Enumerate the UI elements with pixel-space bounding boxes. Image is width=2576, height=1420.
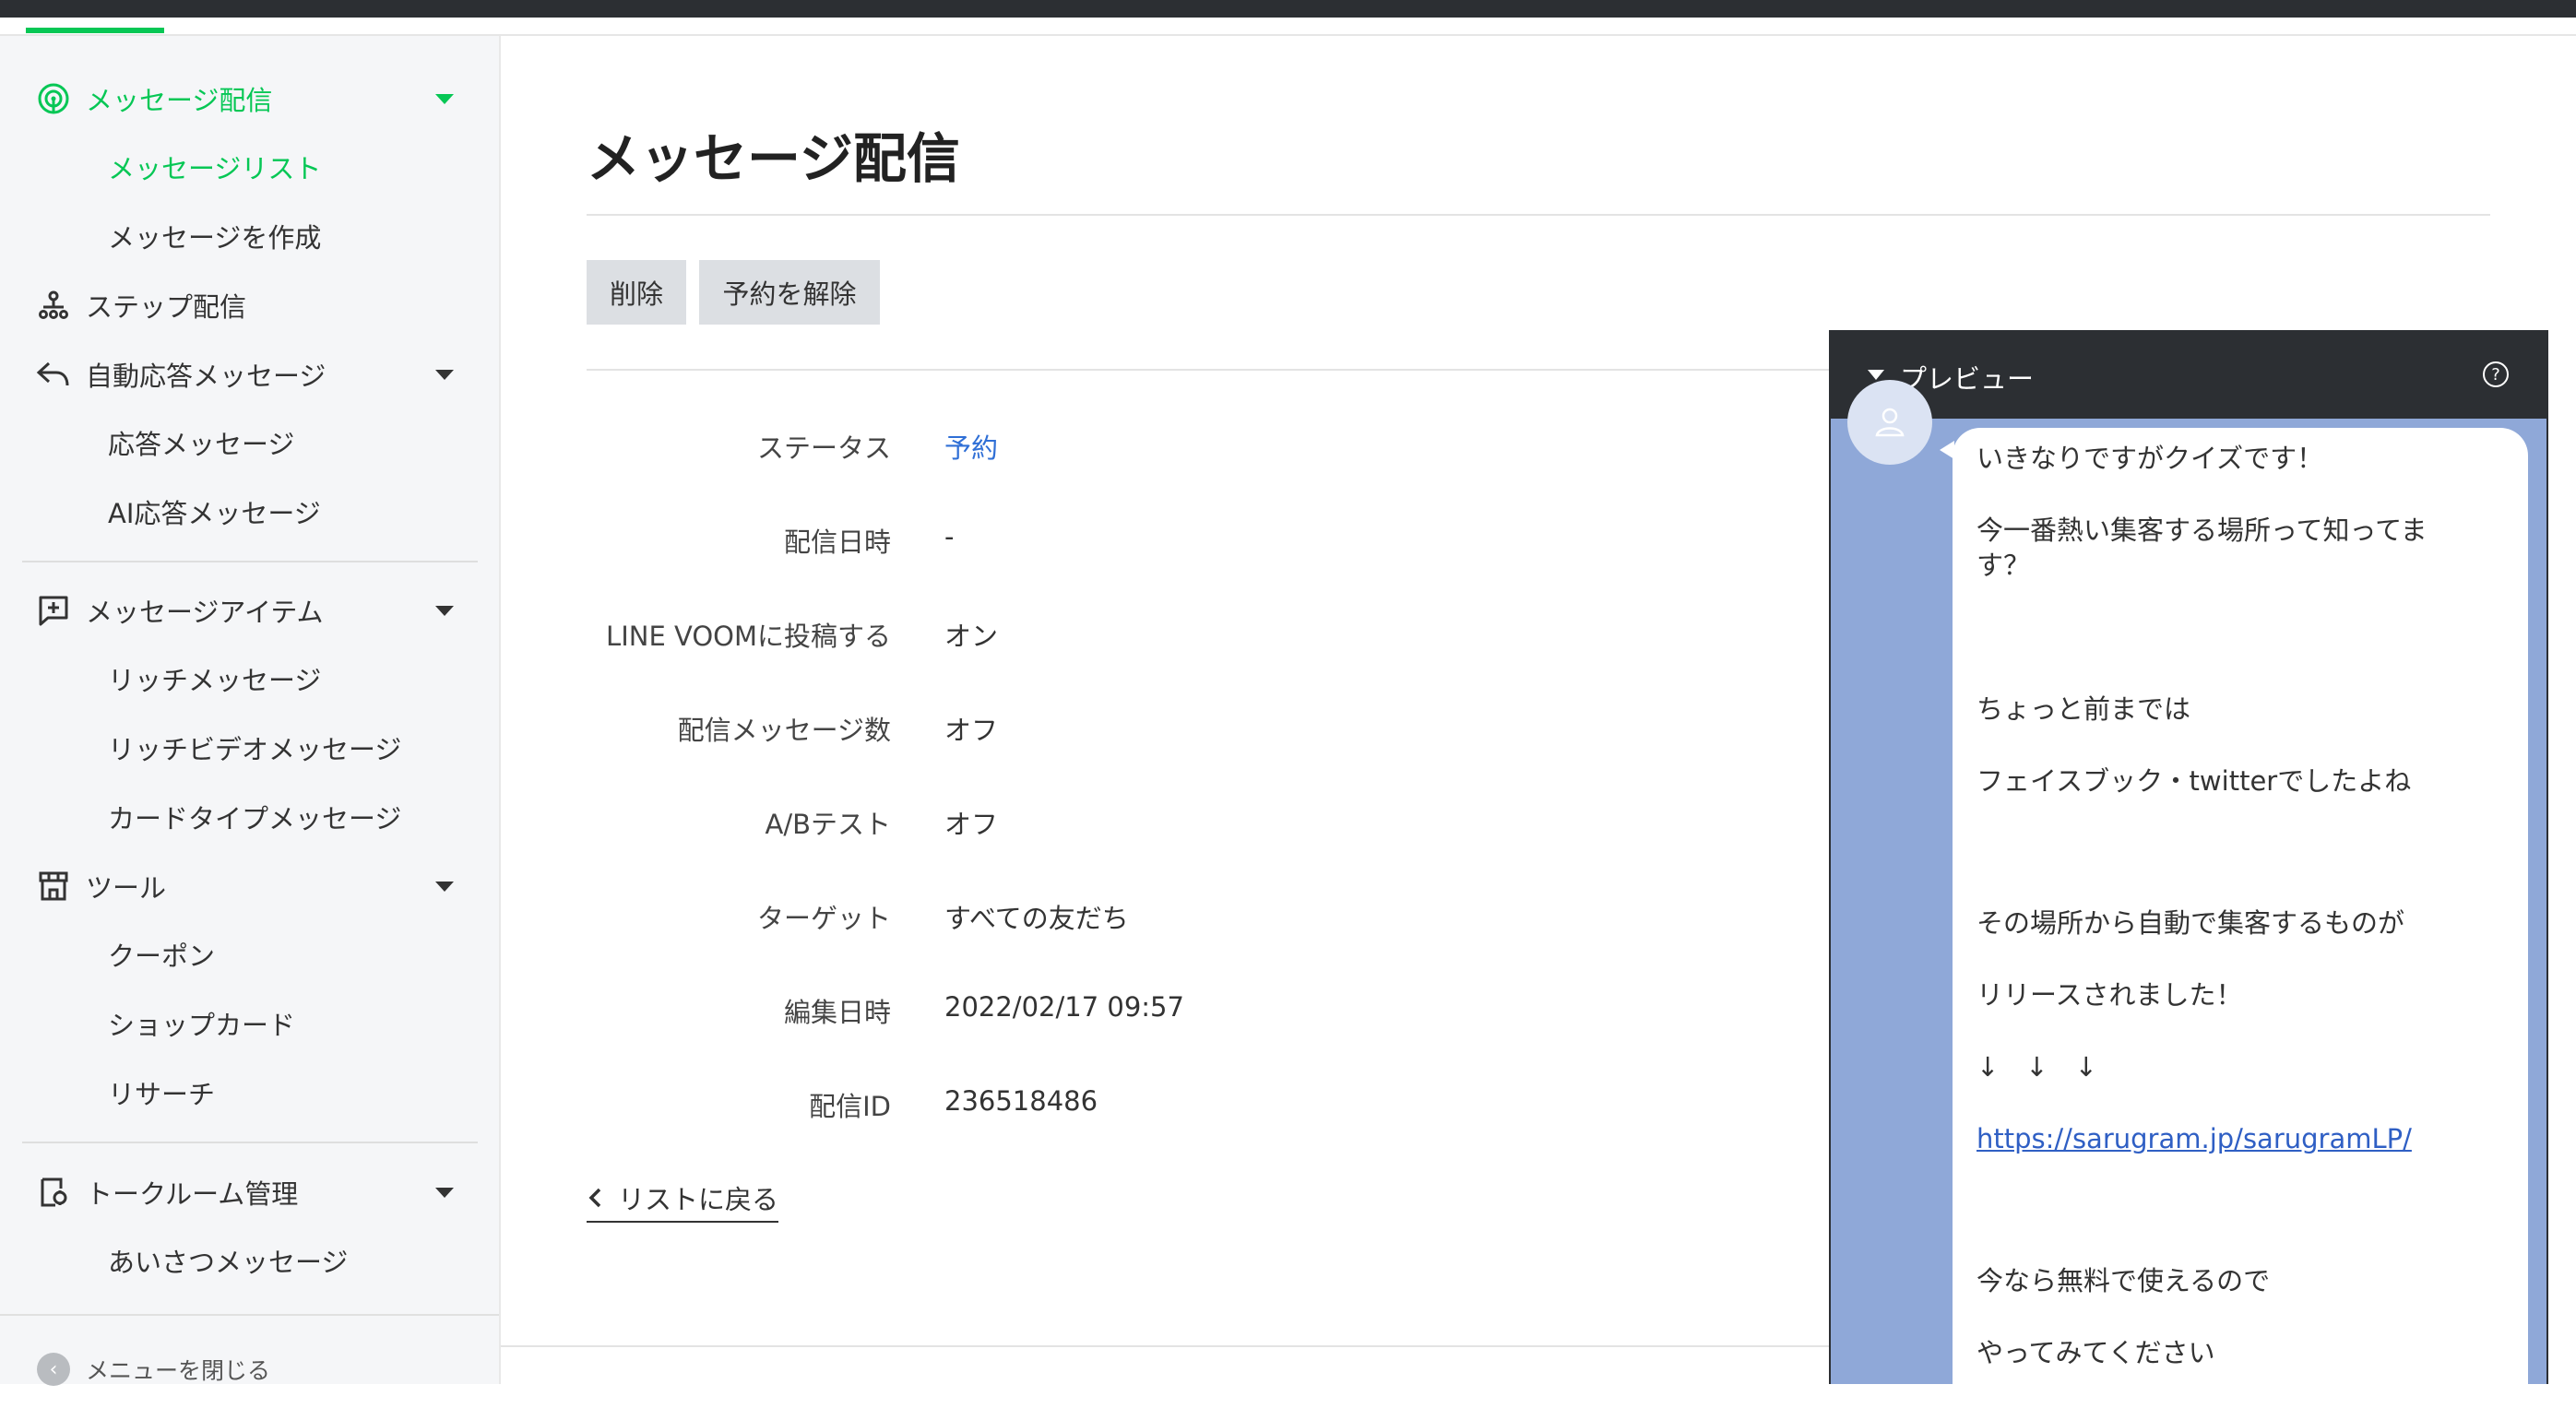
message-line: リリースされました！	[1977, 979, 2243, 1011]
detail-label-delivery-date: 配信日時	[783, 527, 891, 558]
sidebar-item-label: メッセージアイテム	[86, 597, 324, 628]
detail-value-message-count: オフ	[944, 715, 999, 746]
sidebar-item-label: 自動応答メッセージ	[86, 361, 326, 392]
sidebar-subitem-shop-card[interactable]: ショップカード	[108, 998, 295, 1049]
chevron-down-icon[interactable]	[435, 369, 454, 380]
message-line: いきなりですがクイズです！	[1977, 443, 2324, 474]
message-line: その場所から自動で集客するものが	[1977, 907, 2405, 939]
detail-value-line-voom: オン	[944, 621, 999, 652]
broadcast-icon	[35, 80, 72, 117]
caret-down-icon[interactable]	[1868, 370, 1884, 380]
help-icon[interactable]: ?	[2483, 361, 2509, 387]
sidebar-subitem-reply-message[interactable]: 応答メッセージ	[108, 417, 294, 468]
sidebar-subitem-message-list[interactable]: メッセージリスト	[108, 141, 321, 193]
title-divider	[587, 214, 2490, 216]
message-line: ↓ ↓ ↓	[1977, 1051, 2097, 1083]
sidebar-item-talkroom[interactable]: トークルーム管理	[0, 1166, 501, 1218]
preview-title: プレビュー	[1900, 363, 2035, 395]
user-icon	[1875, 408, 1905, 437]
shop-icon	[35, 868, 72, 905]
detail-label-delivery-id: 配信ID	[809, 1091, 891, 1122]
sidebar-subitem-ai-reply[interactable]: AI応答メッセージ	[108, 486, 321, 538]
sidebar-item-tools[interactable]: ツール	[0, 860, 501, 912]
detail-value-status: 予約	[944, 432, 999, 464]
sidebar-subitem-rich-message[interactable]: リッチメッセージ	[108, 653, 321, 704]
chevron-left-icon: ‹	[37, 1353, 70, 1386]
chevron-left-icon	[588, 1188, 601, 1208]
preview-panel: プレビュー ? いきなりですがクイズです！ 今一番熱い集客する場所って知ってま …	[1829, 330, 2548, 1384]
detail-label-status: ステータス	[756, 432, 891, 464]
chevron-down-icon[interactable]	[435, 1187, 454, 1198]
sidebar-item-message-items[interactable]: メッセージアイテム	[0, 585, 501, 636]
sidebar: メッセージ配信 メッセージリスト メッセージを作成 ステップ配信 自動応答メッセ…	[0, 36, 501, 1386]
delete-button[interactable]: 削除	[587, 260, 686, 325]
sidebar-item-label: ツール	[86, 872, 167, 904]
detail-value-target: すべての友だち	[944, 903, 1129, 934]
sidebar-item-step-broadcast[interactable]: ステップ配信	[0, 279, 501, 331]
sidebar-subitem-create-message[interactable]: メッセージを作成	[108, 210, 321, 262]
chevron-down-icon[interactable]	[435, 605, 454, 616]
back-link-label: リストに戻る	[618, 1184, 779, 1215]
back-to-list-link[interactable]: リストに戻る	[587, 1178, 779, 1223]
sidebar-item-label: トークルーム管理	[86, 1178, 299, 1210]
avatar	[1847, 380, 1932, 465]
detail-value-delivery-id: 236518486	[944, 1085, 1098, 1117]
talkroom-icon	[35, 1174, 72, 1211]
top-tab-strip	[0, 18, 2576, 36]
sidebar-divider	[22, 1142, 478, 1143]
sidebar-subitem-greeting[interactable]: あいさつメッセージ	[108, 1235, 348, 1286]
sidebar-subitem-coupon[interactable]: クーポン	[108, 929, 215, 980]
message-line: フェイスブック・twitterでしたよね	[1977, 765, 2412, 797]
detail-label-target: ターゲット	[756, 903, 891, 934]
chevron-down-icon[interactable]	[435, 93, 454, 104]
detail-value-edited-at: 2022/02/17 09:57	[944, 991, 1184, 1023]
sidebar-item-message-broadcast[interactable]: メッセージ配信	[0, 73, 501, 124]
chevron-down-icon[interactable]	[435, 881, 454, 892]
sidebar-subitem-research[interactable]: リサーチ	[108, 1067, 215, 1118]
message-line: やってみてください	[1977, 1337, 2215, 1368]
sidebar-subitem-card-type[interactable]: カードタイプメッセージ	[108, 791, 401, 843]
unschedule-button[interactable]: 予約を解除	[699, 260, 880, 325]
detail-value-ab-test: オフ	[944, 809, 999, 840]
detail-label-line-voom: LINE VOOMに投稿する	[606, 621, 891, 652]
footer-divider	[501, 1345, 1829, 1347]
sidebar-subitem-rich-video[interactable]: リッチビデオメッセージ	[108, 722, 401, 774]
message-line: 今なら無料で使えるので	[1977, 1265, 2271, 1296]
detail-label-edited-at: 編集日時	[783, 997, 891, 1028]
active-tab-indicator	[26, 28, 164, 33]
sidebar-divider	[22, 561, 478, 562]
sidebar-item-label: ステップ配信	[86, 291, 247, 323]
detail-label-ab-test: A/Bテスト	[765, 809, 891, 840]
message-line: す？	[1977, 550, 2031, 581]
sidebar-item-label: メッセージ配信	[86, 85, 273, 116]
top-app-bar	[0, 0, 2576, 18]
preview-header[interactable]: プレビュー ?	[1831, 332, 2546, 419]
page-title: メッセージ配信	[587, 127, 960, 190]
add-message-icon	[35, 592, 72, 629]
collapse-menu-label: メニューを閉じる	[86, 1357, 271, 1384]
message-line: ちょっと前までは	[1977, 693, 2191, 725]
step-tree-icon	[35, 287, 72, 324]
reply-icon	[35, 356, 72, 393]
message-link[interactable]: https://sarugram.jp/sarugramLP/	[1977, 1121, 2493, 1156]
detail-value-delivery-date: -	[944, 521, 955, 552]
button-divider	[587, 369, 1832, 371]
detail-label-message-count: 配信メッセージ数	[677, 715, 891, 746]
message-line: 今一番熱い集客する場所って知ってま	[1977, 515, 2428, 546]
sidebar-item-auto-response[interactable]: 自動応答メッセージ	[0, 349, 501, 400]
collapse-menu-button[interactable]: ‹ メニューを閉じる	[0, 1314, 499, 1420]
